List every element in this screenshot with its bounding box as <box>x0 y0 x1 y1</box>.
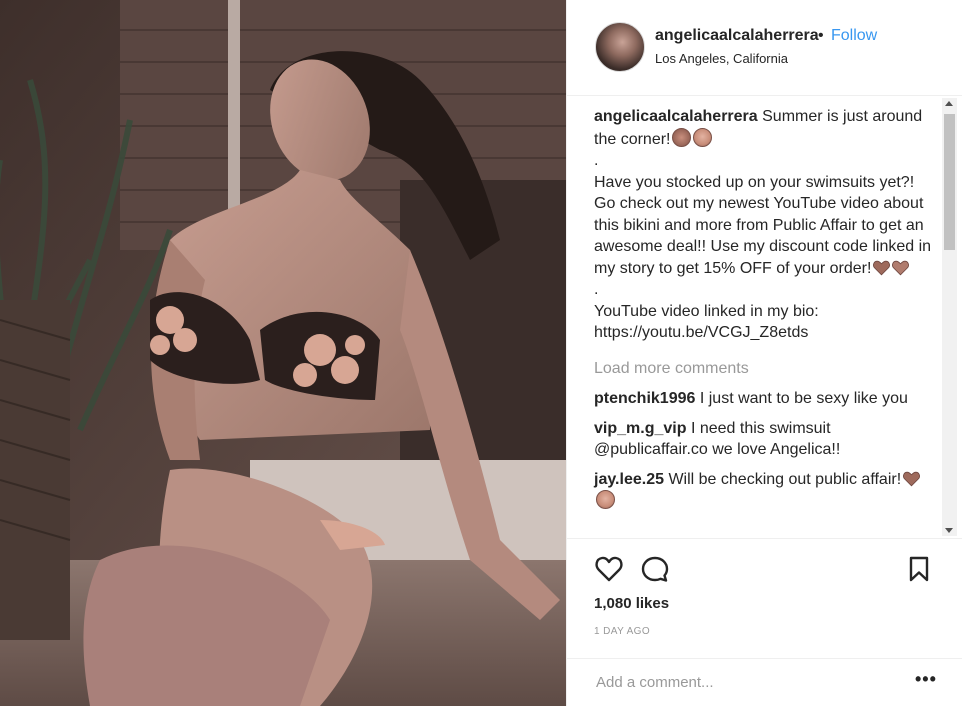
comment-username[interactable]: ptenchik1996 <box>594 390 695 407</box>
scroll-up-arrow-icon[interactable] <box>945 101 953 106</box>
separator-dot: • <box>818 27 824 44</box>
caption-username[interactable]: angelicaalcalaherrera <box>594 108 758 125</box>
caption-youtube-label: YouTube video linked in my bio: <box>594 302 819 320</box>
caption: angelicaalcalaherrera Summer is just aro… <box>594 106 939 344</box>
comment-username[interactable]: vip_m.g_vip <box>594 420 686 437</box>
post-actions: 1,080 likes 1 DAY AGO <box>567 538 962 659</box>
sun-emoji-icon <box>672 127 692 147</box>
post-header: angelicaalcalaherrera • Follow Los Angel… <box>567 0 962 96</box>
caption-separator: . <box>594 281 599 298</box>
post-details-panel: angelicaalcalaherrera • Follow Los Angel… <box>566 0 962 706</box>
caption-body-wrap: Have you stocked up on your swimsuits ye… <box>594 172 939 280</box>
comment: jay.lee.25 Will be checking out public a… <box>594 469 939 513</box>
ellipsis-icon[interactable]: ••• <box>915 669 937 690</box>
speech-bubble-icon[interactable] <box>640 554 670 584</box>
heart-emoji-icon <box>873 260 891 275</box>
comment-username[interactable]: jay.lee.25 <box>594 471 664 488</box>
smiling-face-emoji-icon <box>596 490 615 509</box>
comment: ptenchik1996 I just want to be sexy like… <box>594 388 939 410</box>
comments-scrollbar[interactable] <box>942 98 957 536</box>
caption-youtube-url[interactable]: https://youtu.be/VCGJ_Z8etds <box>594 322 939 344</box>
heart-outline-icon[interactable] <box>594 554 624 584</box>
heart-emoji-icon <box>903 471 921 486</box>
avatar[interactable] <box>595 22 645 72</box>
comment: vip_m.g_vip I need this swimsuit @public… <box>594 418 939 461</box>
smiling-face-emoji-icon <box>693 127 713 147</box>
heart-emoji-icon <box>892 260 910 275</box>
header-username[interactable]: angelicaalcalaherrera <box>655 27 819 45</box>
scrollbar-thumb[interactable] <box>944 114 955 250</box>
comment-text: I just want to be sexy like you <box>699 390 908 407</box>
load-more-comments-button[interactable]: Load more comments <box>594 358 939 380</box>
location-link[interactable]: Los Angeles, California <box>655 51 788 66</box>
likes-count[interactable]: 1,080 likes <box>594 595 669 612</box>
add-comment-input[interactable] <box>594 669 898 695</box>
photo-illustration <box>0 0 566 706</box>
follow-button[interactable]: Follow <box>831 27 877 45</box>
bookmark-icon[interactable] <box>905 554 933 584</box>
comments-list[interactable]: angelicaalcalaherrera Summer is just aro… <box>567 96 962 538</box>
post-photo[interactable] <box>0 0 566 706</box>
caption-separator: . <box>594 152 599 169</box>
post-timestamp[interactable]: 1 DAY AGO <box>594 626 650 637</box>
add-comment-bar: ••• <box>567 658 962 707</box>
scroll-down-arrow-icon[interactable] <box>945 528 953 533</box>
comment-text: Will be checking out public affair! <box>668 470 902 488</box>
